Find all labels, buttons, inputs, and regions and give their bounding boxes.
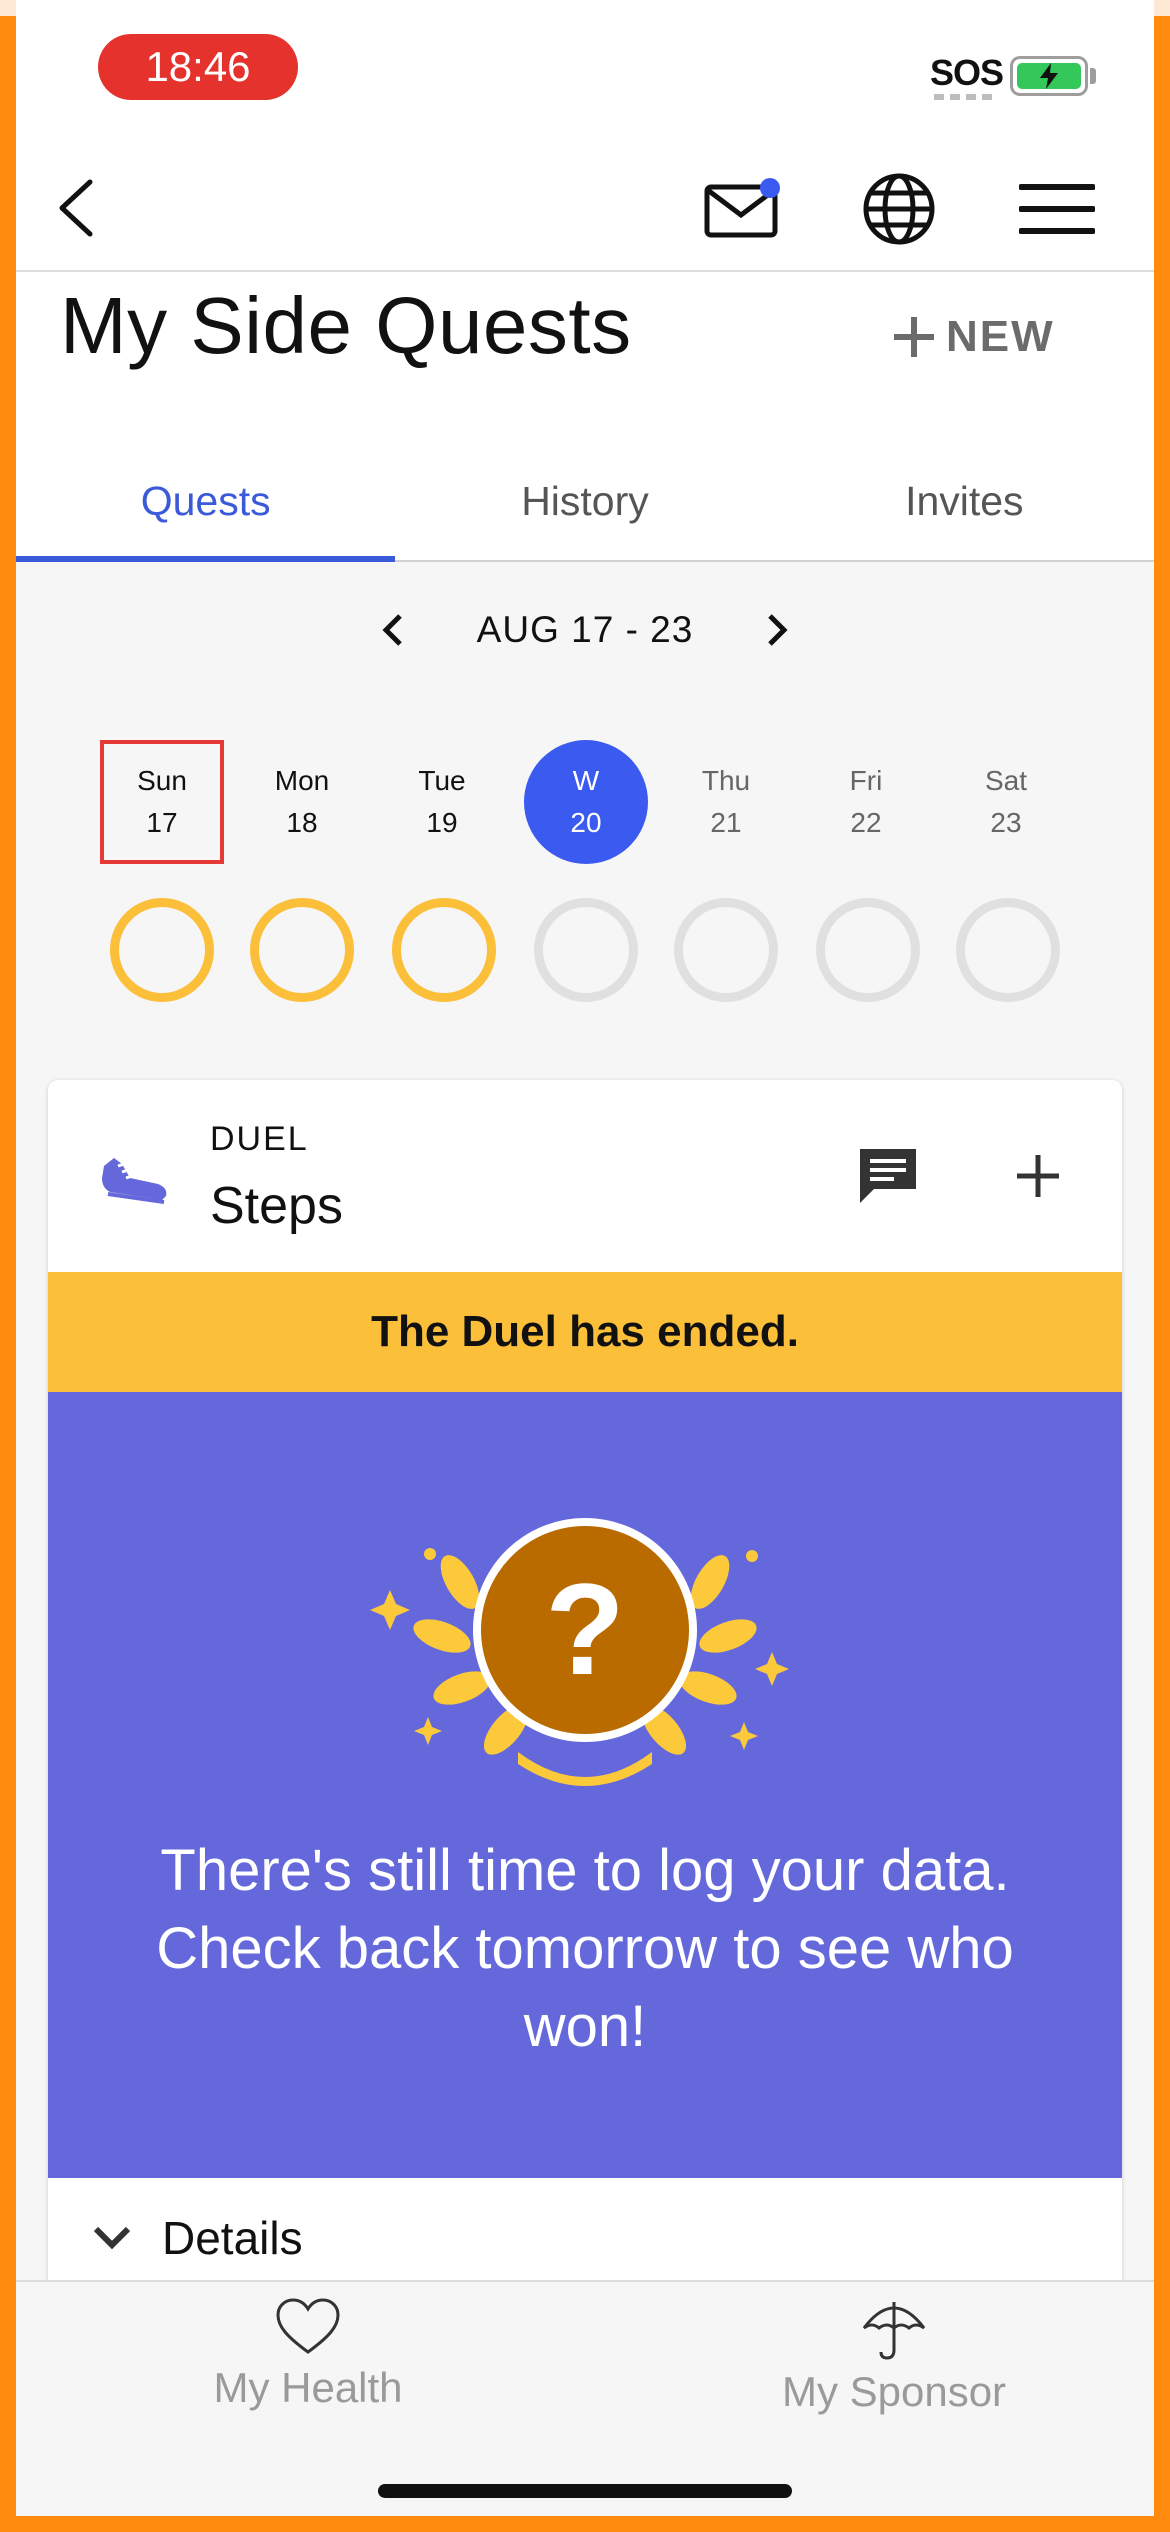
duel-ended-banner: The Duel has ended. — [48, 1272, 1122, 1392]
bottom-tab-bar: My Health My Sponsor — [16, 2280, 1154, 2516]
sos-indicator: SOS — [930, 52, 1004, 93]
details-label: Details — [162, 2212, 303, 2264]
day-mon[interactable]: Mon 18 — [240, 740, 364, 864]
day-wed-today[interactable]: W 20 — [524, 740, 648, 864]
day-name: Sun — [137, 765, 187, 796]
progress-ring-mon — [250, 898, 354, 1002]
bottom-tab-label: My Sponsor — [781, 2368, 1007, 2415]
menu-button[interactable] — [1012, 164, 1102, 254]
quest-title: Steps — [210, 1177, 343, 1235]
quest-type: DUEL — [210, 1120, 309, 1158]
chevron-down-icon — [84, 2210, 140, 2266]
day-thu[interactable]: Thu 21 — [664, 740, 788, 864]
day-name: Mon — [274, 765, 330, 796]
week-range-label: AUG 17 - 23 — [476, 609, 694, 650]
trophy-question-mark: ? — [545, 1556, 624, 1702]
page-header: My Side Quests NEW Quests History Invite… — [16, 272, 1154, 562]
progress-ring-thu — [674, 898, 778, 1002]
status-time: 18:46 — [98, 34, 298, 100]
back-button[interactable] — [36, 168, 116, 248]
bottom-tab-my-health[interactable]: My Health — [108, 2298, 508, 2448]
tab-invites[interactable]: Invites — [775, 442, 1154, 560]
chat-icon — [860, 1149, 916, 1203]
progress-ring-tue — [392, 898, 496, 1002]
mail-button[interactable] — [696, 164, 786, 254]
tab-quests[interactable]: Quests — [16, 442, 396, 562]
day-name: Sat — [984, 765, 1028, 796]
battery-tip — [1090, 68, 1096, 84]
day-number: 23 — [990, 807, 1022, 838]
day-number: 20 — [570, 807, 602, 838]
laurel-trophy-icon: ? — [370, 1518, 789, 1786]
week-navigator: AUG 17 - 23 — [16, 600, 1154, 660]
sneaker-icon — [102, 1158, 167, 1204]
tab-history[interactable]: History — [395, 442, 774, 560]
next-week-button[interactable] — [753, 605, 803, 655]
hamburger-menu-icon — [1019, 184, 1095, 234]
day-number: 22 — [850, 807, 882, 838]
bottom-tab-label: My Health — [213, 2364, 403, 2411]
progress-ring-fri — [816, 898, 920, 1002]
signal-dots-icon — [934, 94, 994, 100]
chat-button[interactable] — [848, 1136, 928, 1216]
bottom-tab-my-sponsor[interactable]: My Sponsor — [694, 2298, 1094, 2448]
add-button[interactable] — [998, 1136, 1078, 1216]
day-name: Tue — [418, 765, 466, 796]
home-indicator — [378, 2484, 792, 2498]
day-name: W — [572, 765, 600, 796]
plus-icon — [1017, 1155, 1059, 1197]
progress-ring-sun — [110, 898, 214, 1002]
day-sun[interactable]: Sun 17 — [100, 740, 224, 864]
umbrella-icon — [862, 2302, 926, 2360]
result-message: There's still time to log your data. Che… — [156, 1838, 1014, 2059]
chevron-right-icon — [768, 614, 788, 646]
quest-card-header: DUEL Steps — [48, 1080, 1122, 1272]
day-tue[interactable]: Tue 19 — [380, 740, 504, 864]
top-nav-bar — [16, 140, 1154, 272]
day-fri[interactable]: Fri 22 — [804, 740, 928, 864]
new-quest-label: NEW — [946, 312, 1055, 361]
day-number: 21 — [710, 807, 742, 838]
day-number: 17 — [146, 807, 178, 838]
day-number: 18 — [286, 807, 318, 838]
day-sat[interactable]: Sat 23 — [944, 740, 1068, 864]
heart-icon — [276, 2298, 340, 2354]
status-bar: 18:46 SOS — [16, 0, 1154, 140]
chevron-left-icon — [382, 614, 402, 646]
new-quest-button[interactable]: NEW — [892, 302, 1055, 372]
language-button[interactable] — [854, 164, 944, 254]
notification-badge — [760, 178, 780, 198]
battery-icon — [1010, 56, 1088, 96]
globe-icon — [863, 173, 935, 245]
progress-ring-wed — [534, 898, 638, 1002]
app-screen: 18:46 SOS My Side Quests NEW Quests Hist… — [16, 0, 1154, 2516]
day-name: Thu — [701, 765, 751, 796]
progress-ring-sat — [956, 898, 1060, 1002]
plus-icon — [894, 317, 934, 357]
page-title: My Side Quests — [60, 281, 632, 370]
chevron-left-icon — [59, 179, 93, 237]
day-number: 19 — [426, 807, 458, 838]
result-panel: ? There's still time to log your data. C… — [48, 1392, 1122, 2178]
day-name: Fri — [849, 765, 883, 796]
previous-week-button[interactable] — [367, 605, 417, 655]
tab-bar: Quests History Invites — [16, 442, 1154, 562]
